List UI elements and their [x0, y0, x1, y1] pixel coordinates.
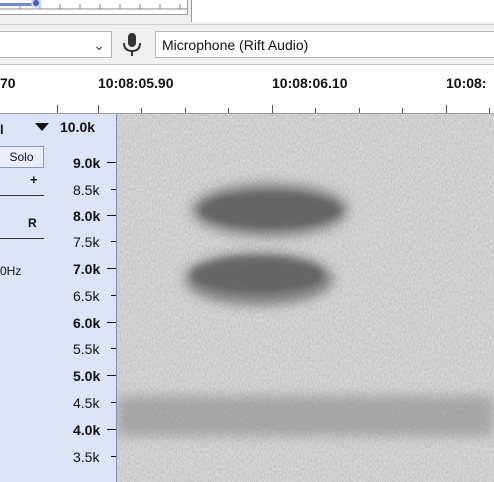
timeline-label: 10:08:05.90: [98, 75, 174, 91]
sample-rate-text: 0Hz: [0, 264, 22, 278]
timeline-label: 10:08:: [446, 75, 487, 91]
frequency-tick: [111, 189, 116, 190]
timeline-tick: [489, 108, 490, 113]
pan-right-label: R: [28, 216, 37, 230]
frequency-label: 6.5k: [73, 288, 100, 304]
track-name: l: [0, 122, 4, 137]
audio-host-dropdown[interactable]: ⌄: [0, 31, 112, 58]
frequency-tick: [111, 241, 116, 242]
timeline-label: 70: [0, 75, 16, 91]
solo-button[interactable]: Solo: [0, 146, 44, 168]
frequency-tick: [111, 402, 116, 403]
frequency-label: 6.0k: [73, 315, 101, 331]
track-name-menu[interactable]: l: [0, 120, 56, 140]
frequency-label: 3.5k: [73, 449, 100, 465]
microphone-icon: [123, 33, 141, 56]
gain-plus-label: +: [30, 172, 38, 187]
frequency-tick: [111, 348, 116, 349]
frequency-label: 8.5k: [73, 182, 100, 198]
input-device-label: Microphone (Rift Audio): [162, 37, 309, 53]
gain-slider[interactable]: [0, 189, 44, 196]
frequency-tick: [107, 268, 116, 269]
frequency-label: 5.5k: [73, 341, 100, 357]
playback-meter[interactable]: [0, 0, 188, 15]
pan-slider[interactable]: [0, 232, 44, 239]
device-toolbar: ⌄ Microphone (Rift Audio): [0, 26, 494, 65]
timeline-tick: [185, 108, 186, 113]
dropdown-arrow-icon[interactable]: [35, 123, 49, 131]
frequency-label: 8.0k: [73, 208, 101, 224]
frequency-ruler[interactable]: 10.0k 9.0k 8.5k 8.0k 7.5k 7.0k 6.5k 6.0k 5.5k 5.0…: [56, 114, 117, 482]
frequency-tick: [111, 295, 116, 296]
meter-ticks: [0, 4, 187, 10]
timeline-tick: [141, 108, 142, 113]
timeline-ruler[interactable]: 70 10:08:05.90 10:08:06.10 10:08:: [0, 65, 494, 114]
frequency-tick: [107, 162, 116, 163]
input-device-dropdown[interactable]: Microphone (Rift Audio): [155, 31, 494, 58]
frequency-tick: [111, 456, 116, 457]
timeline-tick: [57, 105, 58, 113]
meter-area-right: [191, 0, 494, 22]
chevron-down-icon[interactable]: ⌄: [93, 37, 105, 54]
track-control-panel: l Solo + R 0Hz: [0, 114, 57, 482]
timeline-tick: [359, 108, 360, 113]
frequency-label: 7.5k: [73, 234, 100, 250]
meter-toolbar: [0, 0, 494, 25]
timeline-tick: [272, 105, 273, 113]
timeline-label: 10:08:06.10: [272, 75, 348, 91]
timeline-tick: [228, 108, 229, 113]
frequency-tick: [107, 429, 116, 430]
timeline-tick: [446, 105, 447, 113]
frequency-tick: [107, 215, 116, 216]
frequency-label: 7.0k: [73, 261, 101, 277]
frequency-label: 9.0k: [73, 155, 101, 171]
spectrogram-image: [117, 114, 494, 482]
timeline-tick: [402, 108, 403, 113]
timeline-tick: [315, 108, 316, 113]
frequency-label: 4.5k: [73, 395, 100, 411]
frequency-label: 5.0k: [73, 368, 101, 384]
frequency-tick: [107, 375, 116, 376]
frequency-tick: [107, 322, 116, 323]
timeline-tick: [98, 105, 99, 113]
frequency-label: 10.0k: [60, 119, 96, 135]
spectrogram[interactable]: [117, 114, 494, 482]
frequency-label: 4.0k: [73, 422, 101, 438]
